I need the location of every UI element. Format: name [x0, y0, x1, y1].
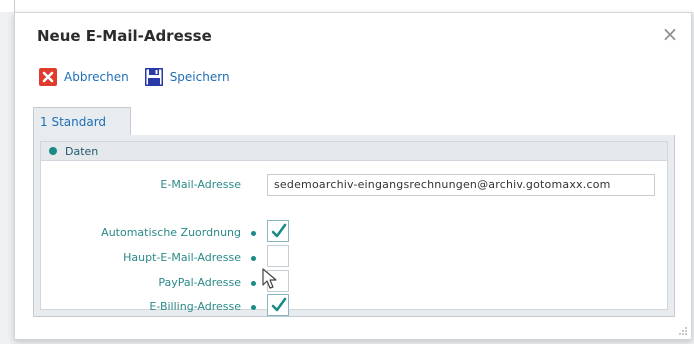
auto-assign-label: Automatische Zuordnung — [101, 226, 241, 239]
paypal-label: PayPal-Adresse — [158, 276, 241, 289]
new-email-dialog: Neue E-Mail-Adresse × Abbrechen Speicher… — [14, 12, 692, 340]
cancel-label: Abbrechen — [64, 70, 129, 84]
close-icon[interactable]: × — [661, 24, 679, 44]
dialog-titlebar: Neue E-Mail-Adresse × — [15, 13, 691, 59]
main-email-checkbox[interactable] — [267, 245, 289, 267]
ebilling-label: E-Billing-Adresse — [149, 300, 241, 313]
ebilling-checkbox[interactable] — [267, 294, 289, 316]
tab-panel: Daten E-Mail-Adresse sedemoarchiv-eingan… — [33, 135, 675, 317]
required-dot-icon — [251, 305, 256, 310]
save-button[interactable]: Speichern — [144, 68, 230, 86]
group-label: Daten — [65, 144, 99, 158]
floppy-disk-icon — [144, 68, 163, 86]
background-strip — [0, 0, 694, 12]
auto-assign-checkbox[interactable] — [267, 220, 289, 242]
required-dot-icon — [251, 256, 256, 261]
dialog-title: Neue E-Mail-Adresse — [37, 27, 212, 45]
group-header-daten[interactable]: Daten — [41, 142, 667, 161]
tab-standard[interactable]: 1 Standard — [33, 107, 131, 135]
tab-bar: 1 Standard — [33, 107, 675, 136]
main-email-label: Haupt-E-Mail-Adresse — [123, 251, 241, 264]
resize-grip-icon[interactable] — [678, 326, 688, 336]
toolbar: Abbrechen Speichern — [39, 65, 246, 89]
email-label: E-Mail-Adresse — [160, 178, 241, 191]
background-divider — [14, 0, 15, 12]
cancel-x-icon — [39, 68, 57, 86]
required-dot-icon — [251, 281, 256, 286]
required-dot-icon — [251, 231, 256, 236]
cancel-button[interactable]: Abbrechen — [39, 68, 129, 86]
email-input[interactable]: sedemoarchiv-eingangsrechnungen@archiv.g… — [267, 174, 655, 196]
checkmark-icon — [271, 223, 287, 238]
mouse-pointer-icon — [262, 268, 277, 289]
checkmark-icon — [271, 297, 287, 312]
form-area: Daten E-Mail-Adresse sedemoarchiv-eingan… — [40, 141, 668, 316]
save-label: Speichern — [169, 70, 230, 84]
group-bullet-icon — [49, 147, 57, 155]
